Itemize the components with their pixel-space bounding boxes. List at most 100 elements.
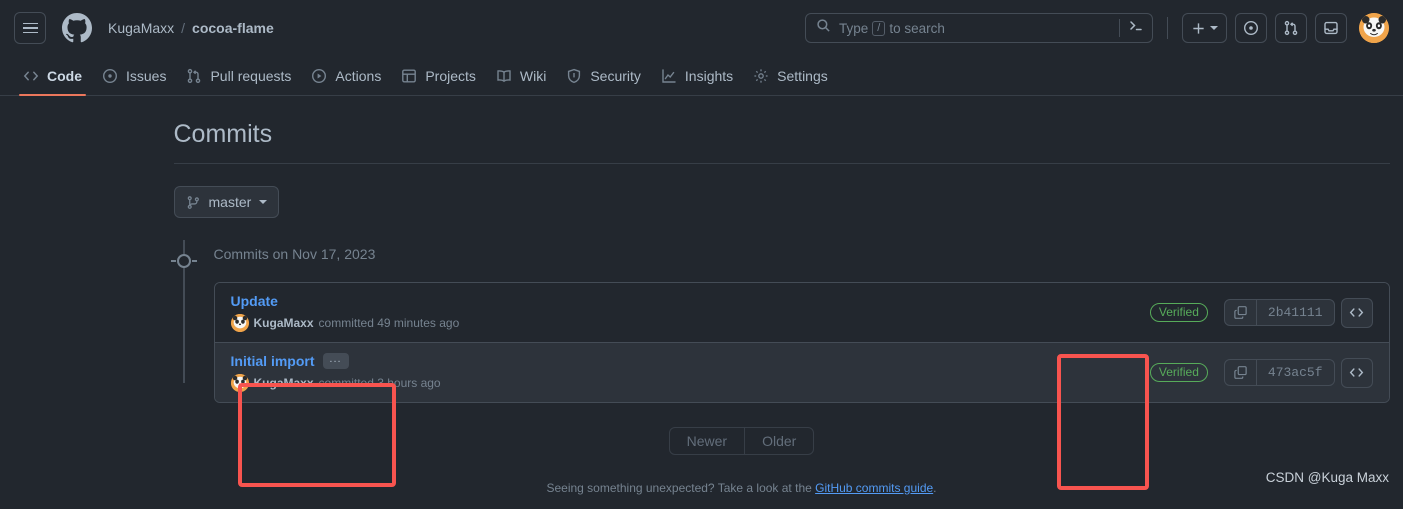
- hamburger-menu-icon[interactable]: [14, 12, 46, 44]
- commit-sha[interactable]: 473ac5f: [1257, 360, 1334, 385]
- tab-issues[interactable]: Issues: [93, 57, 175, 95]
- tab-wiki-label: Wiki: [519, 67, 547, 84]
- commit-sha[interactable]: 2b41111: [1257, 300, 1334, 325]
- tab-insights-label: Insights: [684, 67, 734, 84]
- commit-author-link[interactable]: KugaMaxx: [254, 316, 314, 330]
- table-row[interactable]: Update KugaMaxx committed 49 minutes ago…: [214, 283, 1389, 342]
- branch-selector-button[interactable]: master: [173, 186, 280, 218]
- tab-wiki[interactable]: Wiki: [487, 57, 555, 95]
- footnote: Seeing something unexpected? Take a look…: [174, 481, 1310, 495]
- tab-settings-label: Settings: [777, 67, 828, 84]
- commit-actions: Verified 2b41111: [1149, 297, 1373, 328]
- commit-sha-group: 473ac5f: [1223, 357, 1373, 388]
- watermark: CSDN @Kuga Maxx: [1265, 470, 1389, 485]
- breadcrumb-owner[interactable]: KugaMaxx: [108, 20, 174, 36]
- copy-icon[interactable]: [1225, 360, 1257, 385]
- pagination: Newer Older: [174, 427, 1310, 455]
- graph-icon: [662, 68, 676, 83]
- chevron-down-icon: [259, 200, 268, 204]
- commit-info: Initial import ... KugaMaxx committed 3 …: [230, 353, 1150, 392]
- commit-meta: KugaMaxx committed 49 minutes ago: [230, 314, 1150, 332]
- tab-projects-label: Projects: [425, 67, 476, 84]
- book-icon: [497, 69, 511, 82]
- search-slash-key: /: [872, 20, 886, 36]
- commits-timeline: Commits on Nov 17, 2023 Update KugaMaxx …: [170, 240, 1390, 403]
- pagination-newer-button[interactable]: Newer: [670, 428, 744, 454]
- search-placeholder: Type / to search: [839, 20, 1111, 36]
- commit-actions: Verified 473ac5f: [1149, 357, 1373, 388]
- table-icon: [402, 69, 417, 83]
- header-actions: Type / to search: [805, 0, 1389, 56]
- tab-code[interactable]: Code: [14, 57, 91, 96]
- issue-opened-icon: [102, 68, 118, 83]
- commit-title-row: Update: [231, 293, 1150, 309]
- search-divider: [1119, 19, 1120, 37]
- gear-icon: [754, 68, 768, 83]
- command-palette-icon[interactable]: [1128, 18, 1144, 39]
- avatar[interactable]: [1359, 13, 1389, 43]
- tab-projects[interactable]: Projects: [392, 57, 485, 95]
- branch-name-label: master: [208, 194, 252, 210]
- pull-requests-button[interactable]: [1275, 13, 1307, 43]
- page-title: Commits: [173, 96, 1390, 164]
- commits-group-date: Commits on Nov 17, 2023: [213, 246, 376, 262]
- tab-pull-requests-label: Pull requests: [210, 67, 292, 84]
- search-icon: [816, 18, 831, 38]
- repo-nav: Code Issues Pull requests Actions Projec…: [0, 56, 1403, 96]
- search-input[interactable]: Type / to search: [805, 13, 1153, 43]
- table-row[interactable]: Initial import ... KugaMaxx committed 3 …: [214, 342, 1389, 402]
- pagination-older-button[interactable]: Older: [744, 428, 813, 454]
- author-avatar[interactable]: [230, 374, 249, 392]
- breadcrumb-repo[interactable]: cocoa-flame: [192, 20, 274, 36]
- tab-pull-requests[interactable]: Pull requests: [177, 57, 300, 95]
- git-pull-request-icon: [188, 68, 201, 83]
- commits-container: Commits master Commits on Nov 17, 2023 U…: [94, 96, 1390, 495]
- github-commits-guide-link[interactable]: GitHub commits guide: [815, 481, 933, 495]
- footnote-text-after: .: [933, 481, 937, 495]
- git-pull-request-icon: [1284, 20, 1298, 36]
- commit-title-row: Initial import ...: [231, 353, 1150, 369]
- breadcrumb-separator: /: [181, 20, 186, 36]
- status-badge[interactable]: Verified: [1149, 363, 1208, 382]
- timeline-node-icon: [170, 254, 197, 268]
- browse-code-icon[interactable]: [1340, 297, 1373, 328]
- expand-commit-description-button[interactable]: ...: [322, 353, 349, 369]
- tab-security[interactable]: Security: [557, 57, 650, 95]
- github-logo-icon[interactable]: [62, 13, 92, 43]
- sha-button-group: 2b41111: [1223, 299, 1335, 326]
- commit-time: committed 3 hours ago: [318, 376, 441, 390]
- search-placeholder-prefix: Type: [839, 20, 869, 36]
- notifications-inbox-button[interactable]: [1315, 13, 1347, 43]
- chevron-down-icon: [1210, 26, 1218, 30]
- commit-sha-group: 2b41111: [1223, 297, 1373, 328]
- plus-icon: [1193, 22, 1204, 34]
- status-badge[interactable]: Verified: [1149, 303, 1208, 322]
- breadcrumb: KugaMaxx / cocoa-flame: [108, 20, 274, 36]
- footnote-text-before: Seeing something unexpected? Take a look…: [546, 481, 816, 495]
- tab-insights[interactable]: Insights: [652, 57, 742, 95]
- tab-actions-label: Actions: [335, 67, 382, 84]
- issue-opened-icon: [1243, 20, 1259, 36]
- tab-security-label: Security: [590, 67, 641, 84]
- shield-icon: [568, 68, 581, 83]
- commit-message-link[interactable]: Update: [231, 293, 278, 309]
- issues-button[interactable]: [1235, 13, 1267, 43]
- pager-group: Newer Older: [668, 427, 815, 455]
- commit-info: Update KugaMaxx committed 49 minutes ago: [230, 293, 1150, 332]
- play-icon: [312, 68, 327, 83]
- commit-message-link[interactable]: Initial import: [231, 353, 315, 369]
- sha-button-group: 473ac5f: [1223, 359, 1335, 386]
- browse-code-icon[interactable]: [1340, 357, 1373, 388]
- create-new-button[interactable]: [1182, 13, 1227, 43]
- tab-issues-label: Issues: [126, 67, 167, 84]
- commit-author-link[interactable]: KugaMaxx: [254, 376, 314, 390]
- author-avatar[interactable]: [230, 314, 249, 332]
- tab-settings[interactable]: Settings: [744, 57, 837, 95]
- commit-time: committed 49 minutes ago: [318, 316, 460, 330]
- copy-icon[interactable]: [1225, 300, 1257, 325]
- tab-code-label: Code: [47, 67, 82, 84]
- git-branch-icon: [187, 195, 199, 209]
- global-header: KugaMaxx / cocoa-flame Type / to search: [0, 0, 1403, 56]
- search-placeholder-suffix: to search: [889, 20, 945, 36]
- tab-actions[interactable]: Actions: [302, 57, 390, 95]
